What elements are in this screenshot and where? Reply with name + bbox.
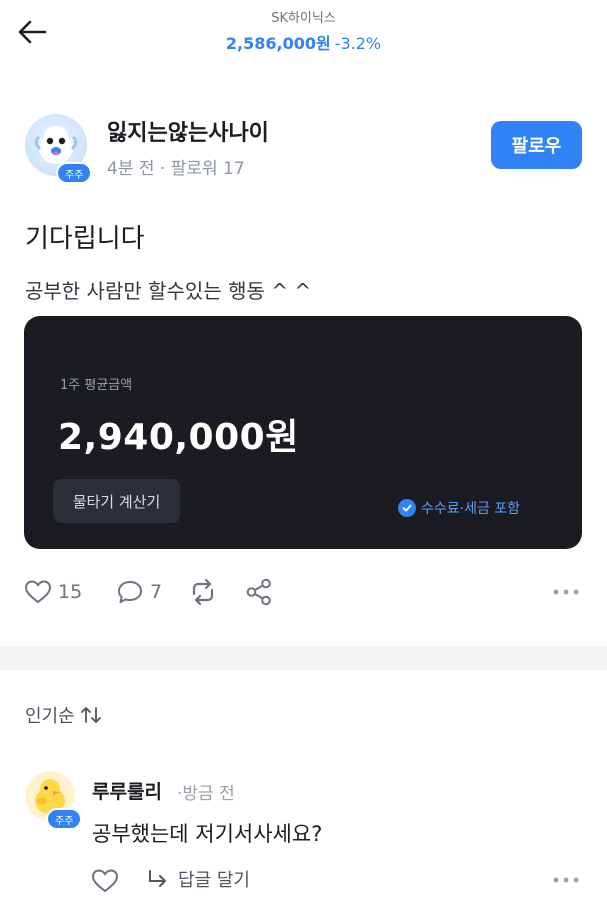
comment-more-button[interactable] (550, 870, 582, 890)
comment-icon (118, 581, 142, 603)
shareholder-badge: 주주 (56, 162, 93, 184)
heart-icon (91, 869, 119, 893)
reply-arrow-icon (149, 870, 166, 887)
more-icon (553, 589, 579, 595)
comment-like-button[interactable] (89, 865, 121, 897)
reply-label: 답글 달기 (178, 870, 250, 891)
commenter-shareholder-badge: 주주 (46, 808, 83, 830)
comment-time: ·방금 전 (177, 784, 235, 804)
average-price-amount: 2,940,000원 (58, 417, 299, 458)
commenter-name[interactable]: 루루룰리 (92, 777, 162, 804)
post-action-bar: 15 7 (24, 574, 584, 610)
reply-button[interactable]: 답글 달기 (146, 866, 250, 892)
sort-label: 인기순 (25, 706, 75, 727)
post-title: 기다립니다 (25, 224, 145, 254)
follower-count: 팔로워 17 (170, 159, 245, 179)
more-icon (553, 877, 579, 883)
comment-button[interactable]: 7 (116, 574, 162, 610)
comment-text: 공부했는데 저기서사세요? (92, 822, 323, 846)
averaging-calculator-button[interactable]: 물타기 계산기 (53, 479, 180, 523)
post-time: 4분 전 (107, 159, 155, 179)
section-divider (0, 646, 607, 670)
author-name[interactable]: 잃지는않는사나이 (107, 115, 269, 147)
stock-price-line[interactable]: 2,586,000원 -3.2% (0, 30, 607, 54)
top-bar: SK하이닉스 2,586,000원 -3.2% (0, 0, 607, 60)
sort-icon (80, 707, 101, 723)
post-body: 공부한 사람만 할수있는 행동 ^ ^ (25, 279, 312, 303)
stock-price: 2,586,000원 (225, 34, 331, 53)
stock-change: -3.2% (334, 34, 382, 53)
like-button[interactable]: 15 (24, 574, 82, 610)
stock-name[interactable]: SK하이닉스 (0, 7, 607, 26)
share-button[interactable] (244, 574, 274, 610)
repost-icon (192, 578, 214, 606)
follow-button[interactable]: 팔로우 (491, 121, 582, 169)
meta-separator: · (159, 159, 166, 179)
fee-note: 수수료·세금 포함 (398, 498, 520, 518)
average-price-card: 1주 평균금액 2,940,000원 물타기 계산기 수수료·세금 포함 (24, 316, 582, 549)
check-icon (398, 499, 416, 517)
fee-note-text: 수수료·세금 포함 (421, 501, 521, 517)
post-more-button[interactable] (552, 574, 580, 610)
heart-icon (24, 580, 52, 604)
share-icon (246, 578, 271, 606)
comment-count: 7 (150, 581, 163, 603)
like-count: 15 (58, 581, 83, 603)
repost-button[interactable] (188, 574, 218, 610)
comment-sort-toggle[interactable]: 인기순 (25, 702, 102, 728)
author-meta: 4분 전 · 팔로워 17 (107, 154, 245, 179)
average-price-label: 1주 평균금액 (60, 378, 133, 393)
